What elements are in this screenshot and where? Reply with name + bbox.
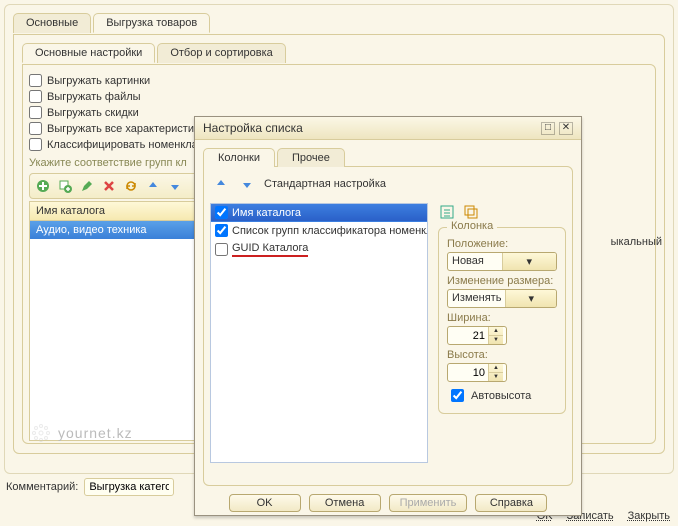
refresh-icon[interactable] [122, 177, 140, 195]
chk-export-characteristics[interactable] [29, 122, 42, 135]
move-down-icon[interactable] [238, 175, 256, 193]
move-up-icon[interactable] [144, 177, 162, 195]
height-input[interactable] [448, 364, 488, 381]
dialog-toolbar: Стандартная настройка [210, 173, 566, 195]
lbl-classify: Классифицировать номенкла [47, 139, 198, 151]
lbl-export-discounts: Выгружать скидки [47, 107, 139, 119]
maximize-icon[interactable]: □ [541, 122, 555, 135]
delete-icon[interactable] [100, 177, 118, 195]
comment-label: Комментарий: [6, 481, 78, 493]
lbl-export-characteristics: Выгружать все характеристи [47, 123, 194, 135]
chk-col-catalog-name[interactable] [215, 206, 228, 219]
footer-close[interactable]: Закрыть [628, 510, 670, 522]
truncated-right-text: ыкальный [611, 236, 662, 248]
edit-icon[interactable] [78, 177, 96, 195]
height-label: Высота: [447, 349, 557, 361]
chk-autoheight[interactable] [451, 389, 464, 402]
move-down-icon[interactable] [166, 177, 184, 195]
width-label: Ширина: [447, 312, 557, 324]
width-input[interactable] [448, 327, 488, 344]
inner-tab-strip: Основные настройки Отбор и сортировка [22, 43, 656, 63]
col-row-groups[interactable]: Список групп классификатора номенкл... [211, 222, 427, 240]
height-stepper[interactable]: ▲▼ [447, 363, 507, 382]
close-icon[interactable]: ✕ [559, 122, 573, 135]
col-label: Имя каталога [232, 207, 301, 219]
copy-column-icon[interactable] [462, 203, 480, 221]
dialog-body: Колонки Прочее Стандартная настройка Имя… [195, 140, 581, 524]
cancel-button[interactable]: Отмена [309, 494, 381, 512]
flower-icon [30, 422, 52, 444]
position-select[interactable]: Новая колонка ▾ [447, 252, 557, 271]
tab-other[interactable]: Прочее [277, 148, 345, 167]
columns-panel: Стандартная настройка Имя каталога Списо… [203, 166, 573, 486]
chevron-down-icon[interactable]: ▾ [505, 290, 556, 307]
chk-export-files[interactable] [29, 90, 42, 103]
col-row-catalog-name[interactable]: Имя каталога [211, 204, 427, 222]
tab-basic-settings[interactable]: Основные настройки [22, 43, 155, 63]
main-tab-strip: Основные Выгрузка товаров [13, 13, 665, 33]
columns-list[interactable]: Имя каталога Список групп классификатора… [210, 203, 428, 463]
tab-filter-sort[interactable]: Отбор и сортировка [157, 43, 285, 63]
lbl-export-pictures: Выгружать картинки [47, 75, 150, 87]
spin-up-icon[interactable]: ▲ [489, 327, 503, 336]
apply-button[interactable]: Применить [389, 494, 468, 512]
chevron-down-icon[interactable]: ▾ [502, 253, 557, 270]
apply-column-icon[interactable] [438, 203, 456, 221]
spin-down-icon[interactable]: ▼ [489, 373, 503, 381]
column-group: Колонка Положение: Новая колонка ▾ Измен… [438, 227, 566, 414]
dialog-buttons: OK Отмена Применить Справка [203, 486, 573, 516]
col-label: Список групп классификатора номенкл... [232, 225, 427, 237]
autoheight-label: Автовысота [471, 390, 531, 402]
watermark-text: yournet.kz [58, 425, 133, 441]
tab-main[interactable]: Основные [13, 13, 91, 33]
chk-col-guid[interactable] [215, 243, 228, 256]
group-legend: Колонка [447, 220, 497, 232]
dialog-titlebar[interactable]: Настройка списка □ ✕ [195, 117, 581, 140]
dialog-title-text: Настройка списка [203, 121, 303, 135]
move-up-icon[interactable] [212, 175, 230, 193]
chk-export-pictures[interactable] [29, 74, 42, 87]
width-stepper[interactable]: ▲▼ [447, 326, 507, 345]
column-side: Колонка Положение: Новая колонка ▾ Измен… [438, 203, 566, 479]
resize-label: Изменение размера: [447, 275, 557, 287]
dialog-tab-strip: Колонки Прочее [203, 148, 573, 167]
list-settings-dialog: Настройка списка □ ✕ Колонки Прочее Стан… [194, 116, 582, 516]
standard-settings-link[interactable]: Стандартная настройка [264, 178, 386, 190]
spin-down-icon[interactable]: ▼ [489, 336, 503, 344]
tab-columns[interactable]: Колонки [203, 148, 275, 167]
position-value: Новая колонка [448, 253, 502, 270]
pos-label: Положение: [447, 238, 557, 250]
comment-input[interactable] [84, 478, 174, 496]
chk-classify[interactable] [29, 138, 42, 151]
chk-col-groups[interactable] [215, 224, 228, 237]
resize-value: Изменять [448, 290, 505, 307]
add-copy-icon[interactable] [56, 177, 74, 195]
spin-up-icon[interactable]: ▲ [489, 364, 503, 373]
tab-export-goods[interactable]: Выгрузка товаров [93, 13, 210, 33]
watermark: yournet.kz [30, 422, 133, 444]
resize-select[interactable]: Изменять ▾ [447, 289, 557, 308]
col-label: GUID Каталога [232, 242, 308, 257]
lbl-export-files: Выгружать файлы [47, 91, 141, 103]
col-row-guid[interactable]: GUID Каталога [211, 240, 427, 260]
add-icon[interactable] [34, 177, 52, 195]
help-button[interactable]: Справка [475, 494, 547, 512]
ok-button[interactable]: OK [229, 494, 301, 512]
chk-export-discounts[interactable] [29, 106, 42, 119]
